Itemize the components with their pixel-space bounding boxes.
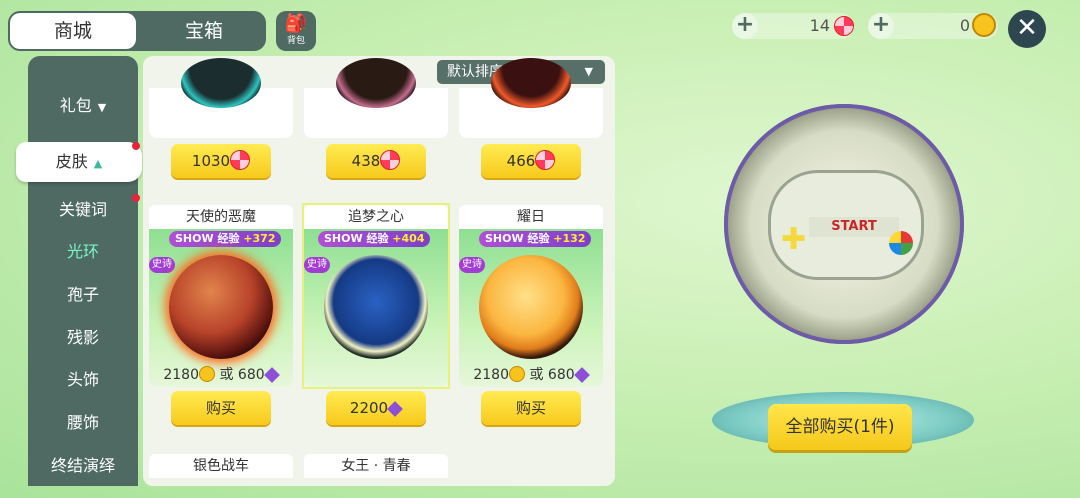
price-value: 438 [351,152,381,170]
item-name: 天使的恶魔 [149,205,293,229]
lollipop-icon [834,16,854,36]
coin-price: 2180 [163,367,199,383]
dual-price: 2180 或 680 [459,365,603,385]
sidebar-item-afterimage[interactable]: 残影 [28,318,138,358]
sidebar-item-skin[interactable]: 皮肤 ▲ [16,142,142,182]
price-value: 466 [506,152,536,170]
add-candy-button[interactable]: + [732,13,758,39]
dpad-icon: ✚ [781,222,807,257]
lollipop-icon [535,150,556,170]
item-image [491,58,571,108]
halo-dream-heart-image [324,255,428,359]
sidebar-item-label: 皮肤 [55,152,88,171]
coin-price: 2180 [473,367,509,383]
item-card[interactable]: 耀日 SHOW 经验 +132 史诗 2180 或 680 [459,205,603,387]
exp-value: +404 [392,232,425,245]
exp-value: +372 [243,232,276,245]
preview-screen-text: START [809,217,899,237]
action-buttons-icon [889,231,913,255]
sidebar-item-gift-pack[interactable]: 礼包 ▼ [28,86,138,126]
item-image [181,58,261,108]
coin-icon [199,366,215,382]
show-exp-label: SHOW 经验 [324,232,389,245]
coin-icon [509,366,525,382]
buy-button[interactable]: 466 [481,144,581,178]
chevron-down-icon: ▼ [97,101,107,114]
tab-shop[interactable]: 商城 [10,13,136,49]
bag-label: 背包 [286,36,305,46]
item-name: 追梦之心 [304,205,448,229]
item-image [336,58,416,108]
item-card-partial[interactable] [459,58,603,138]
price-value: 1030 [191,152,231,170]
item-grid-panel: 默认排序 ▼ 1030 438 466 天使的恶魔 SHOW 经验 +372 史… [143,56,615,486]
item-card[interactable]: 天使的恶魔 SHOW 经验 +372 史诗 2180 或 680 [149,205,293,387]
item-preview-box: SHOW 经验 +404 史诗 [304,229,448,387]
exp-value: +132 [553,232,586,245]
gem-price: 680 [547,367,575,383]
chevron-down-icon: ▼ [584,65,593,78]
show-exp-label: SHOW 经验 [175,232,240,245]
show-exp-badge: SHOW 经验 +372 [169,231,282,247]
close-button[interactable]: ✕ [1008,10,1046,48]
item-name[interactable]: 女王 · 青春 [304,454,448,478]
buy-button[interactable]: 1030 [171,144,271,178]
gem-price: 680 [237,367,265,383]
or-label: 或 [529,367,544,383]
dual-price: 2180 或 680 [149,365,293,385]
top-tab-bar: 商城 宝箱 [8,11,266,51]
or-label: 或 [219,367,234,383]
show-exp-badge: SHOW 经验 +404 [318,231,431,247]
coin-count: 0 [959,16,970,35]
epic-badge: 史诗 [304,257,330,273]
sidebar-item-waistwear[interactable]: 腰饰 [28,403,138,443]
add-coin-button[interactable]: + [868,13,894,39]
item-preview-box: SHOW 经验 +132 史诗 2180 或 680 [459,229,603,387]
character-preview: START ✚ [724,104,964,344]
tab-treasure-chest[interactable]: 宝箱 [144,11,264,51]
gamepad-skin-image: START ✚ [768,170,924,280]
show-exp-label: SHOW 经验 [485,232,550,245]
sidebar-item-label: 礼包 [59,96,92,115]
backpack-icon: 🎒 [284,13,308,34]
show-exp-badge: SHOW 经验 +132 [479,231,592,247]
item-card-partial[interactable] [149,58,293,138]
candy-count: 14 [809,16,830,35]
item-name[interactable]: 银色战车 [149,454,293,478]
halo-devil-angel-image [169,255,273,359]
coin-icon [972,13,996,37]
chevron-up-icon: ▲ [93,157,103,170]
sidebar-item-spore[interactable]: 孢子 [28,275,138,315]
price-value: 2200 [349,399,389,417]
notification-dot [132,142,140,150]
buy-button[interactable]: 2200 [326,391,426,425]
sidebar-item-headwear[interactable]: 头饰 [28,360,138,400]
bag-button[interactable]: 🎒 背包 [276,11,316,51]
halo-blazing-sun-image [479,255,583,359]
item-card-partial[interactable] [304,58,448,138]
gem-icon [573,367,590,383]
item-card-selected[interactable]: 追梦之心 SHOW 经验 +404 史诗 [302,203,450,389]
sidebar-item-halo[interactable]: 光环 [28,232,138,272]
buy-button[interactable]: 购买 [171,391,271,425]
sidebar-item-finisher[interactable]: 终结演绎 [28,446,138,486]
notification-dot [132,194,140,202]
item-name: 耀日 [459,205,603,229]
epic-badge: 史诗 [459,257,485,273]
sidebar-item-keyword[interactable]: 关键词 [28,190,138,230]
category-sidebar: 礼包 ▼ 皮肤 ▲ 关键词 光环 孢子 残影 头饰 腰饰 终结演绎 [16,56,142,486]
gem-icon [263,367,280,383]
item-preview-box: SHOW 经验 +372 史诗 2180 或 680 [149,229,293,387]
buy-all-button[interactable]: 全部购买(1件) [768,404,912,450]
lollipop-icon [230,150,251,170]
epic-badge: 史诗 [149,257,175,273]
gem-icon [387,401,404,417]
lollipop-icon [380,150,401,170]
buy-button[interactable]: 购买 [481,391,581,425]
buy-button[interactable]: 438 [326,144,426,178]
